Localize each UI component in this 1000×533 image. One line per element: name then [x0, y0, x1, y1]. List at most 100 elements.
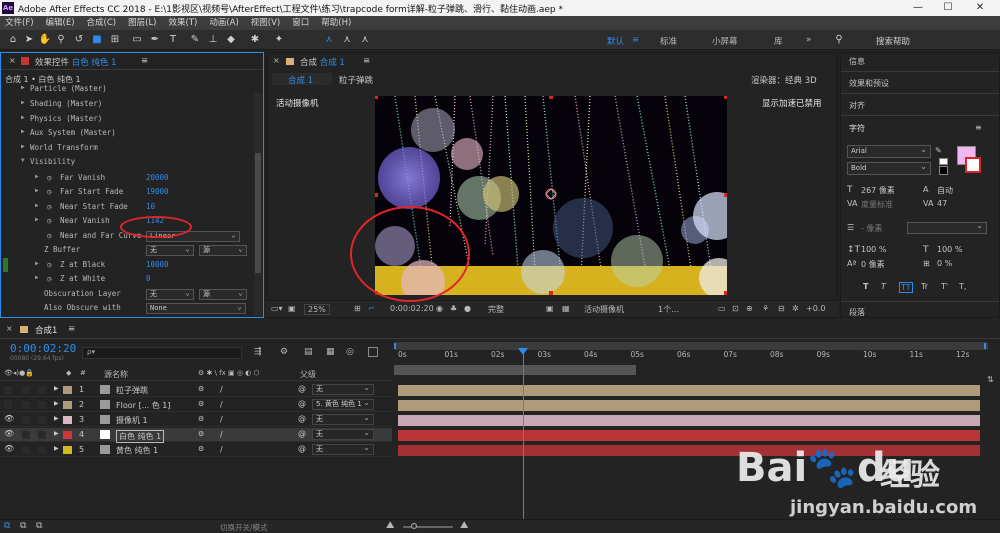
menu-view[interactable]: 视图(V)	[251, 16, 280, 30]
layer-label-color[interactable]	[63, 386, 72, 394]
shy-switch-icon[interactable]: ⚙	[198, 445, 204, 453]
layer-duration-bar[interactable]	[398, 385, 980, 396]
parent-dropdown[interactable]: 无	[312, 443, 374, 455]
menu-window[interactable]: 窗口	[292, 16, 309, 30]
close-button[interactable]: ✕	[966, 1, 994, 15]
expand-layer-icon[interactable]: ▶	[54, 415, 59, 422]
eraser-tool-icon[interactable]: ◆	[224, 33, 238, 47]
region-icon[interactable]: ⌐	[368, 304, 375, 313]
layer-name[interactable]: 摄像机 1	[116, 415, 148, 426]
workspace-standard[interactable]: 标准	[660, 35, 677, 47]
group-particle[interactable]: ▶ Particle (Master)	[1, 85, 263, 96]
effect-controls-tab[interactable]: 效果控件 白色 纯色 1	[35, 56, 117, 68]
faux-italic-button[interactable]: T	[881, 282, 886, 291]
quality-switch-icon[interactable]: /	[220, 445, 223, 454]
rectangle-tool-icon[interactable]: ▭	[130, 33, 144, 47]
layer-row[interactable]: ▶ 2 Floor [... 色 1] ⚙ / @5. 黄色 纯色 1	[0, 398, 392, 412]
group-visibility[interactable]: ▼ Visibility	[1, 155, 263, 169]
workspace-default[interactable]: 默认	[607, 35, 624, 47]
exposure-value[interactable]: +0.0	[806, 304, 825, 313]
parent-pickwhip-icon[interactable]: @	[298, 429, 306, 438]
preview-range-bar[interactable]	[394, 365, 636, 375]
view-axis-icon[interactable]: ⋏	[358, 33, 372, 47]
solo-toggle[interactable]	[22, 401, 30, 409]
always-preview-icon[interactable]: ▭▾	[271, 304, 283, 313]
parent-pickwhip-icon[interactable]: @	[298, 384, 306, 393]
parent-pickwhip-icon[interactable]: @	[298, 444, 306, 453]
pan-behind-tool-icon[interactable]: ⊞	[108, 33, 122, 47]
group-aux-system[interactable]: ▶ Aux System (Master)	[1, 126, 263, 140]
tab-particle-bounce[interactable]: 粒子弹跳	[339, 74, 373, 86]
menu-layer[interactable]: 图层(L)	[128, 16, 156, 30]
workspace-more-icon[interactable]: »	[806, 35, 811, 45]
eye-icon[interactable]: 👁	[4, 414, 14, 423]
effects-scrollbar[interactable]	[254, 93, 262, 315]
layer-row[interactable]: 👁 ▶ 5 黄色 纯色 1 ⚙ / @ 无	[0, 443, 392, 457]
menu-file[interactable]: 文件(F)	[5, 16, 34, 30]
quality-switch-icon[interactable]: /	[220, 430, 223, 439]
panel-menu-icon[interactable]: ≡	[363, 56, 370, 66]
param-far-vanish[interactable]: ▶ ◷ Far Vanish 20000	[1, 171, 263, 185]
param-far-start-fade[interactable]: ▶ ◷ Far Start Fade 19000	[1, 185, 263, 199]
param-near-start-fade[interactable]: ▶ ◷ Near Start Fade 10	[1, 200, 263, 214]
eye-icon[interactable]: 👁	[4, 444, 14, 453]
group-shading[interactable]: ▶ Shading (Master)	[1, 97, 263, 111]
parent-dropdown[interactable]: 无	[312, 383, 374, 395]
draft-3d-icon[interactable]: ⊕	[746, 304, 753, 313]
maximize-button[interactable]: ☐	[934, 1, 962, 15]
layer-name[interactable]: Floor [... 色 1]	[116, 400, 171, 411]
layer-name[interactable]: 黄色 纯色 1	[116, 445, 158, 456]
resolution-dropdown[interactable]: 完整	[488, 304, 504, 315]
menu-effect[interactable]: 效果(T)	[169, 16, 198, 30]
zoom-in-icon[interactable]: ⛰	[460, 520, 468, 531]
solo-toggle[interactable]	[22, 431, 30, 439]
expand-stretch-icon[interactable]: ⧉	[36, 521, 42, 531]
black-swatch[interactable]	[939, 166, 948, 175]
minimize-button[interactable]: —	[904, 1, 932, 15]
home-icon[interactable]: ⌂	[6, 33, 20, 47]
expand-layer-icon[interactable]: ▶	[54, 445, 59, 452]
fast-preview-icon[interactable]: ⚘	[762, 304, 769, 313]
lock-toggle[interactable]	[38, 446, 46, 454]
expand-layer-icon[interactable]: ▶	[54, 430, 59, 437]
param-obscuration-layer[interactable]: Obscuration Layer无源	[1, 287, 263, 301]
transparency-grid-icon[interactable]: ▦	[562, 304, 570, 313]
close-icon[interactable]: ×	[6, 324, 13, 333]
snapshot-icon[interactable]: ◉	[436, 304, 443, 313]
group-world-transform[interactable]: ▶ World Transform	[1, 141, 263, 155]
white-swatch[interactable]	[939, 158, 948, 165]
eye-toggle[interactable]	[4, 401, 12, 409]
paragraph-panel-tab[interactable]: 段落	[849, 307, 865, 318]
lock-toggle[interactable]	[38, 386, 46, 394]
subscript-button[interactable]: T,	[959, 282, 966, 291]
menu-help[interactable]: 帮助(H)	[321, 16, 351, 30]
baseline-shift-value[interactable]: 0 像素	[861, 259, 885, 270]
active-camera-dropdown[interactable]: 活动摄像机	[584, 304, 624, 315]
workspace-library[interactable]: 库	[774, 35, 783, 47]
tracking-value[interactable]: 47	[937, 199, 947, 208]
close-icon[interactable]: ×	[9, 56, 16, 65]
puppet-pin-tool-icon[interactable]: ✦	[272, 33, 286, 47]
rotate-tool-icon[interactable]: ↺	[72, 33, 86, 47]
renderer[interactable]: 渲染器：经典 3D	[751, 74, 817, 86]
solo-toggle[interactable]	[22, 446, 30, 454]
layer-duration-bar[interactable]	[398, 430, 980, 441]
exposure-icon[interactable]: ✲	[792, 304, 799, 313]
layer-duration-bar[interactable]	[398, 415, 980, 426]
parent-header[interactable]: 父级	[300, 369, 316, 380]
channel-icon[interactable]: ●	[464, 304, 471, 313]
panel-lock-icon[interactable]	[21, 57, 29, 65]
monitor-icon[interactable]: ▣	[288, 304, 296, 313]
stroke-color-swatch[interactable]	[965, 157, 981, 173]
workspace-small-screen[interactable]: 小屏幕	[712, 35, 738, 47]
zoom-out-icon[interactable]: ⛰	[386, 520, 394, 531]
superscript-button[interactable]: T'	[941, 282, 948, 291]
playhead[interactable]	[523, 348, 524, 519]
3d-view-icon[interactable]: ⊡	[732, 304, 739, 313]
roi-icon[interactable]: ▣	[546, 304, 554, 313]
tab-comp1[interactable]: 合成 1	[272, 73, 332, 86]
layer-label-color[interactable]	[63, 416, 72, 424]
selection-tool-icon[interactable]: ➤	[22, 33, 36, 47]
text-tool-icon[interactable]: T	[166, 33, 180, 47]
obscuration-dropdown[interactable]: 无	[146, 288, 194, 300]
